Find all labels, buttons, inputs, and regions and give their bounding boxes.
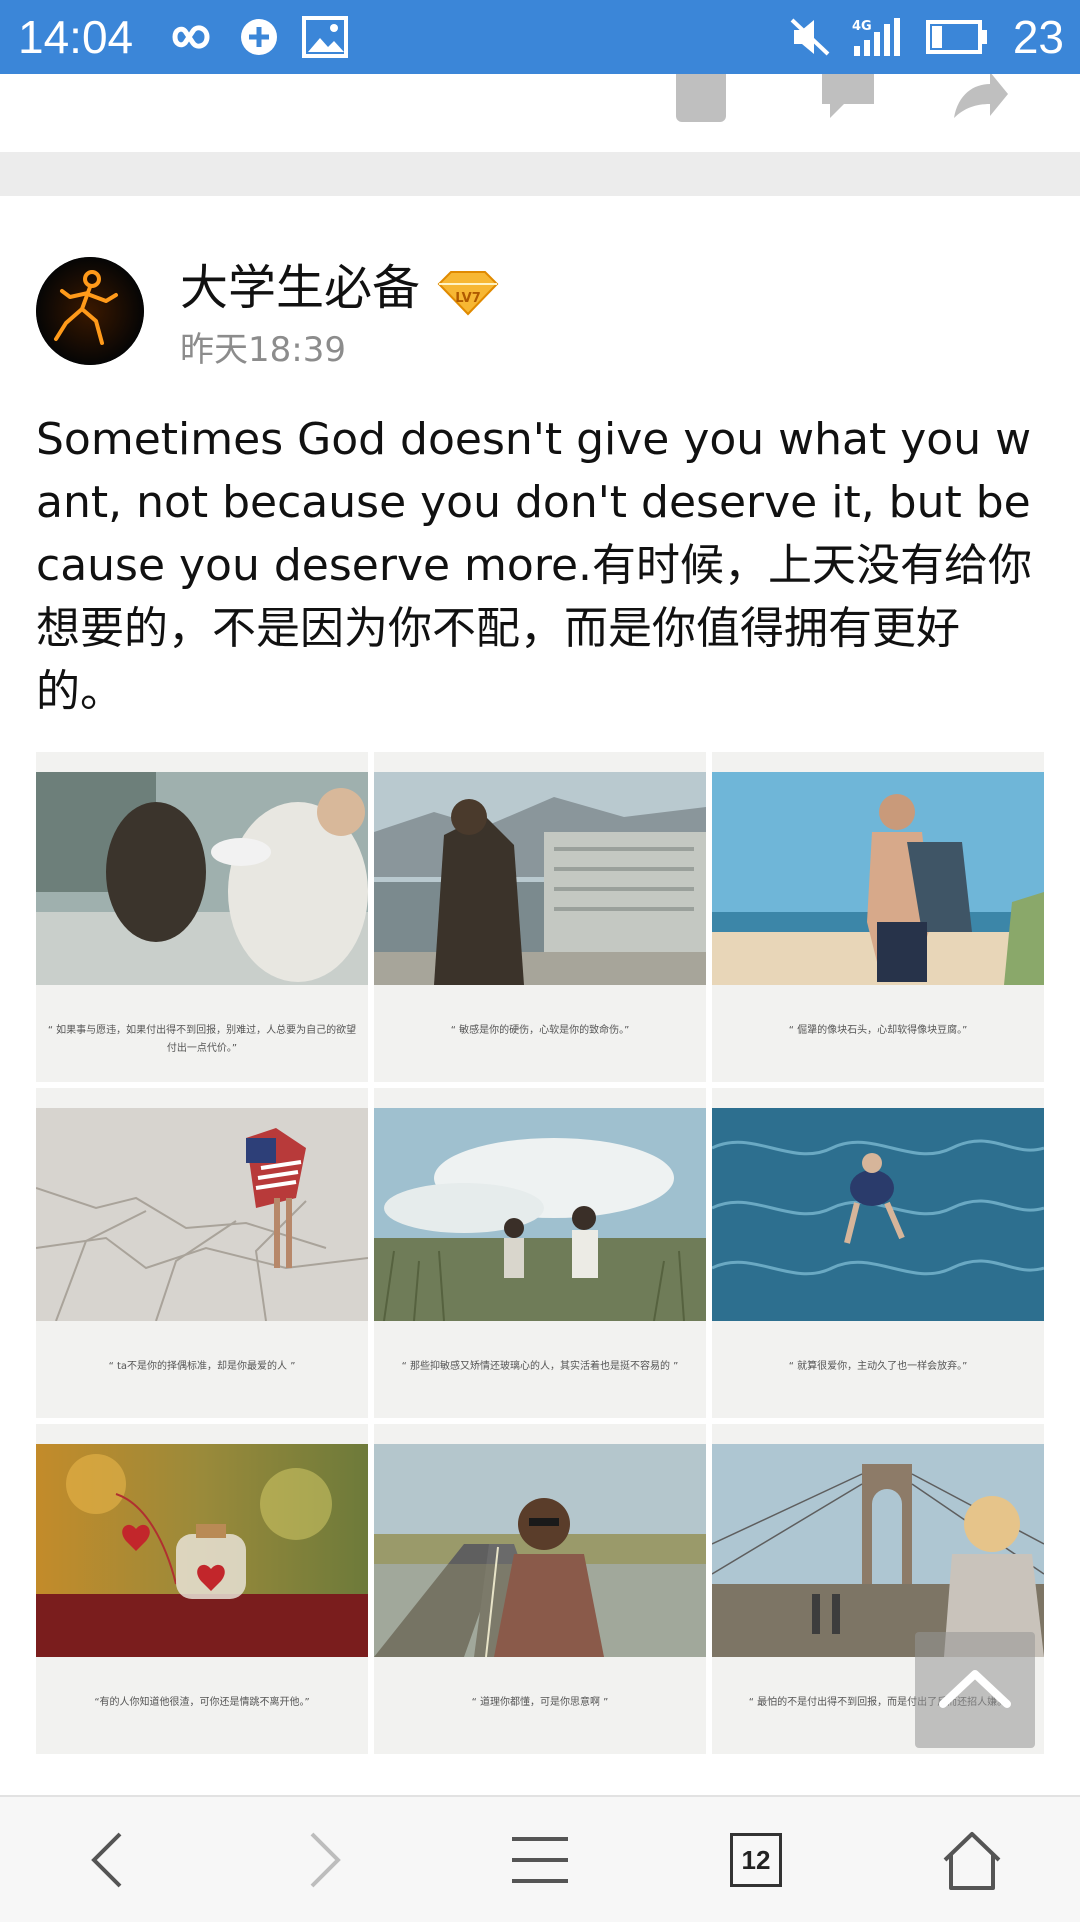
level-text: LV7 [455, 291, 481, 306]
photo-man-by-sea [374, 772, 706, 985]
grid-image-7[interactable]: “有的人你知道他很渣，可你还是情跳不离开他。” [36, 1424, 368, 1754]
status-time: 14:04 [18, 11, 134, 63]
home-button[interactable] [864, 1797, 1080, 1922]
grid-caption-8: “ 道理你都懂，可是你思意啊 ” [471, 1697, 609, 1708]
author-name[interactable]: 大学生必备 [180, 258, 420, 318]
network-type: 4G [852, 19, 872, 34]
runner-logo [36, 257, 144, 365]
battery-level: 23 [1012, 11, 1064, 63]
mute-icon [788, 16, 834, 58]
infinity-icon [160, 16, 218, 58]
status-bar: 14:04 4G 23 [0, 0, 1080, 74]
grid-caption-1: “ 如果事与愿违，如果付出得不到回报，别难过，人总要为自己的欲望付出一点代价。” [47, 1025, 357, 1054]
sync-icon [236, 16, 282, 58]
grid-image-5[interactable]: “ 那些抑敏感又矫情还玻璃心的人，其实活着也是挺不容易的 ” [374, 1088, 706, 1418]
image-icon [302, 16, 348, 58]
tabs-button[interactable]: 12 [648, 1797, 864, 1922]
tabs-icon: 12 [730, 1832, 782, 1887]
grid-caption-4: “ ta不是你的择偶标准，却是你最爱的人 ” [108, 1361, 296, 1372]
photo-girl-on-road [374, 1444, 706, 1657]
back-button[interactable] [0, 1797, 216, 1922]
like-icon[interactable] [672, 74, 732, 124]
grid-caption-7: “有的人你知道他很渣，可你还是情跳不离开他。” [94, 1697, 310, 1708]
photo-girl-with-flag [36, 1108, 368, 1321]
chevron-up-icon [939, 1670, 1011, 1708]
grid-image-2[interactable]: “ 敏感是你的硬伤，心软是你的致命伤。” [374, 752, 706, 1082]
photo-two-people-field [374, 1108, 706, 1321]
photo-hiker-on-beach [712, 772, 1044, 985]
photo-cat-and-boy [36, 772, 368, 985]
grid-caption-3: “ 倔犟的像块石头，心却软得像块豆腐。” [788, 1025, 968, 1036]
grid-image-3[interactable]: “ 倔犟的像块石头，心却软得像块豆腐。” [712, 752, 1044, 1082]
menu-button[interactable] [432, 1797, 648, 1922]
photo-brooklyn-bridge [712, 1444, 1044, 1657]
scroll-to-top-button[interactable] [915, 1632, 1035, 1748]
home-icon [943, 1831, 1001, 1890]
comment-icon[interactable] [818, 74, 878, 124]
photo-person-in-ocean [712, 1108, 1044, 1321]
post-time: 昨天18:39 [180, 330, 346, 370]
grid-image-4[interactable]: “ ta不是你的择偶标准，却是你最爱的人 ” [36, 1088, 368, 1418]
share-icon[interactable] [950, 74, 1010, 124]
grid-image-1[interactable]: “ 如果事与愿违，如果付出得不到回报，别难过，人总要为自己的欲望付出一点代价。” [36, 752, 368, 1082]
signal-icon: 4G [850, 16, 906, 58]
photo-jar-with-hearts [36, 1444, 368, 1657]
grid-image-8[interactable]: “ 道理你都懂，可是你思意啊 ” [374, 1424, 706, 1754]
grid-caption-6: “ 就算很爱你，主动久了也一样会放弃。” [788, 1361, 968, 1372]
previous-post-actions [0, 74, 1080, 154]
section-divider [0, 152, 1080, 196]
grid-caption-2: “ 敏感是你的硬伤，心软是你的致命伤。” [450, 1025, 630, 1036]
back-icon [91, 1832, 122, 1887]
forward-button[interactable] [216, 1797, 432, 1922]
menu-icon [512, 1836, 568, 1883]
grid-image-6[interactable]: “ 就算很爱你，主动久了也一样会放弃。” [712, 1088, 1044, 1418]
grid-caption-5: “ 那些抑敏感又矫情还玻璃心的人，其实活着也是挺不容易的 ” [401, 1361, 679, 1372]
battery-icon [926, 16, 988, 58]
bottom-navigation-bar: 12 [0, 1795, 1080, 1922]
forward-icon [310, 1832, 341, 1887]
avatar[interactable] [36, 257, 144, 365]
level-badge: LV7 [437, 268, 499, 316]
post-text: Sometimes God doesn't give you what you … [36, 414, 1032, 717]
